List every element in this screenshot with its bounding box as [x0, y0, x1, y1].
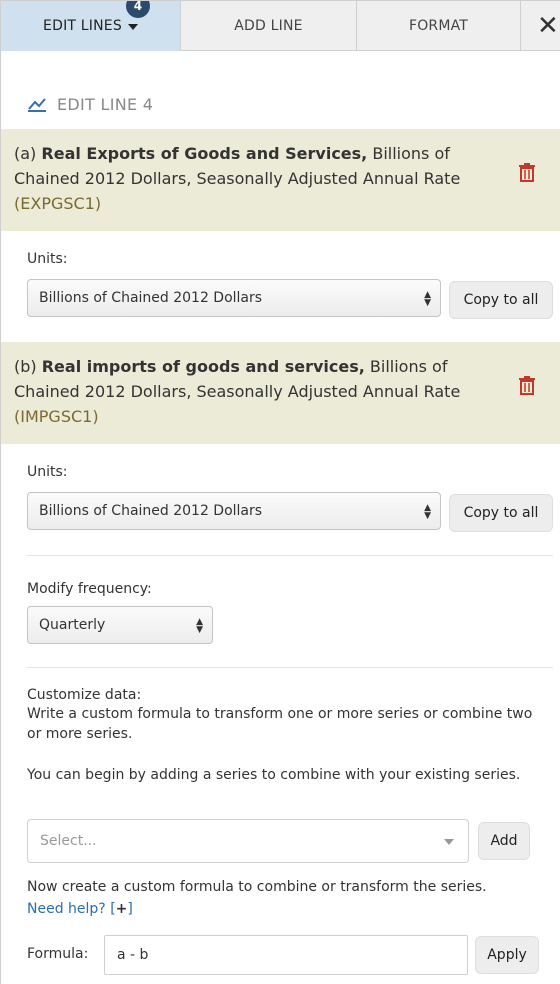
edit-line-title: EDIT LINE 4 — [57, 94, 154, 114]
close-icon: ✕ — [537, 10, 559, 41]
tab-bar: 4 EDIT LINES ADD LINE FORMAT ✕ — [1, 1, 560, 51]
series-b-copy-to-all-button[interactable]: Copy to all — [449, 494, 553, 532]
series-a-block: (a) Real Exports of Goods and Services, … — [1, 129, 560, 231]
tab-format-label: FORMAT — [408, 17, 469, 34]
series-a-units-value: Billions of Chained 2012 Dollars — [39, 290, 263, 306]
caret-down-icon — [127, 23, 138, 30]
edit-line-heading: EDIT LINE 4 — [27, 92, 153, 116]
series-b-units-label: Units: — [27, 464, 68, 480]
series-b-block: (b) Real imports of goods and services, … — [1, 342, 560, 444]
updown-arrows-icon: ▲ ▼ — [424, 290, 431, 308]
chevron-down-icon — [444, 839, 454, 845]
series-b-title: Real imports of goods and services, — [41, 357, 365, 376]
tab-add-line-label: ADD LINE — [234, 17, 303, 34]
edit-graph-panel: 4 EDIT LINES ADD LINE FORMAT ✕ EDIT LINE… — [0, 0, 560, 984]
trash-icon[interactable] — [518, 375, 536, 395]
tab-add-line[interactable]: ADD LINE — [181, 1, 357, 51]
tab-format[interactable]: FORMAT — [357, 1, 521, 51]
help-bracket-close: ] — [127, 901, 133, 917]
series-a-copy-to-all-button[interactable]: Copy to all — [449, 281, 553, 319]
series-select-placeholder: Select... — [40, 833, 97, 849]
series-b-prefix: (b) — [14, 357, 37, 376]
updown-arrows-icon: ▲ ▼ — [196, 617, 203, 635]
series-a-id: (EXPGSC1) — [14, 194, 102, 213]
frequency-select[interactable]: Quarterly ▲ ▼ — [27, 606, 213, 644]
formula-label: Formula: — [27, 946, 89, 962]
customize-title: Customize data: — [27, 687, 142, 703]
divider — [27, 667, 553, 668]
need-help-link[interactable]: Need help? — [27, 901, 106, 917]
add-series-button[interactable]: Add — [478, 822, 530, 860]
customize-begin-text: You can begin by adding a series to comb… — [27, 767, 521, 783]
line-count-badge: 4 — [126, 1, 150, 18]
formula-value: a - b — [117, 947, 149, 963]
customize-description: Write a custom formula to transform one … — [27, 706, 533, 742]
series-b-units-select[interactable]: Billions of Chained 2012 Dollars ▲ ▼ — [27, 492, 441, 530]
formula-input[interactable]: a - b — [104, 935, 468, 975]
apply-formula-button[interactable]: Apply — [475, 936, 539, 974]
updown-arrows-icon: ▲ ▼ — [424, 503, 431, 521]
frequency-value: Quarterly — [39, 617, 106, 633]
series-a-title: Real Exports of Goods and Services, — [41, 144, 368, 163]
trash-icon[interactable] — [518, 162, 536, 182]
divider — [27, 555, 553, 556]
help-expand-toggle[interactable]: + — [116, 901, 128, 917]
help-row: Need help? [+] — [27, 899, 547, 919]
series-a-prefix: (a) — [14, 144, 37, 163]
close-button[interactable]: ✕ — [521, 1, 560, 51]
formula-instruction: Now create a custom formula to combine o… — [27, 879, 487, 895]
series-b-id: (IMPGSC1) — [14, 407, 99, 426]
frequency-label: Modify frequency: — [27, 581, 152, 597]
series-a-units-label: Units: — [27, 251, 68, 267]
line-chart-icon — [28, 98, 46, 112]
series-a-units-select[interactable]: Billions of Chained 2012 Dollars ▲ ▼ — [27, 279, 441, 317]
series-b-units-value: Billions of Chained 2012 Dollars — [39, 503, 263, 519]
tab-edit-lines[interactable]: 4 EDIT LINES — [1, 1, 181, 51]
tab-edit-lines-label: EDIT LINES — [43, 17, 122, 34]
series-select-combo[interactable]: Select... — [27, 819, 469, 863]
